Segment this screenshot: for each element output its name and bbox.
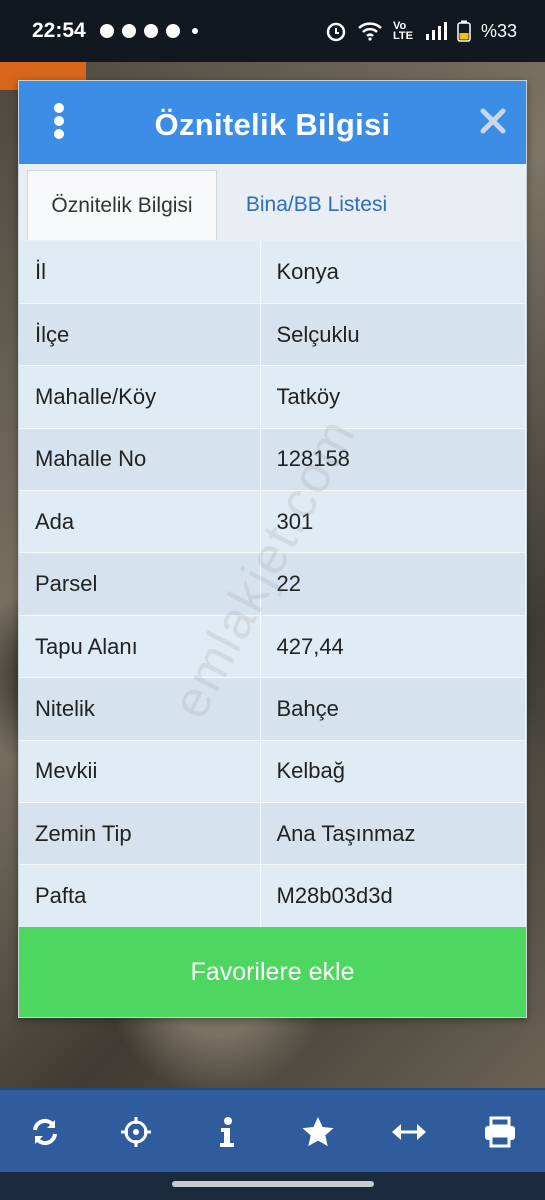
- table-row: Tapu Alanı 427,44: [19, 615, 526, 679]
- bottom-toolbar: [0, 1088, 545, 1174]
- info-button[interactable]: [207, 1112, 247, 1152]
- status-left: 22:54: [32, 19, 198, 43]
- row-value: Kelbağ: [260, 740, 526, 804]
- tab-attribute-info[interactable]: Öznitelik Bilgisi: [27, 170, 217, 240]
- attribute-table: İl Konya İlçe Selçuklu Mahalle/Köy Tatköy M…: [19, 241, 526, 928]
- row-key: Tapu Alanı: [19, 615, 261, 679]
- network-type-label: Vo LTE: [392, 20, 413, 42]
- row-value: Ana Taşınmaz: [260, 802, 526, 866]
- row-value: Bahçe: [260, 677, 526, 741]
- table-row: Mevkii Kelbağ: [19, 740, 526, 804]
- row-key: Mahalle No: [19, 428, 261, 492]
- row-value: Tatköy: [260, 365, 526, 429]
- table-row: Mahalle/Köy Tatköy: [19, 365, 526, 429]
- dialog-title: Öznitelik Bilgisi: [154, 107, 391, 142]
- row-value: Konya: [260, 241, 526, 304]
- info-icon: [220, 1117, 235, 1147]
- status-time: 22:54: [32, 19, 86, 42]
- close-icon[interactable]: [479, 107, 507, 135]
- row-key: Zemin Tip: [19, 802, 261, 866]
- more-notifications-icon: [191, 28, 198, 34]
- row-key: İlçe: [19, 303, 261, 367]
- row-key: Mahalle/Köy: [19, 365, 261, 429]
- signal-icon: [425, 22, 447, 40]
- facebook-notification-icon: [143, 24, 158, 38]
- status-bar: 22:54 Vo LTE %33: [0, 0, 545, 62]
- facebook-notification-icon-2: [165, 24, 180, 38]
- row-key: İl: [19, 241, 261, 304]
- battery-percent: %33: [480, 20, 517, 41]
- dialog-header: Öznitelik Bilgisi: [19, 81, 526, 164]
- row-value: Selçuklu: [260, 303, 526, 367]
- refresh-button[interactable]: [25, 1112, 65, 1152]
- add-to-favorites-button[interactable]: Favorilere ekle: [19, 927, 526, 1017]
- table-row: Nitelik Bahçe: [19, 677, 526, 741]
- battery-icon: [457, 20, 471, 42]
- table-row: Mahalle No 128158: [19, 428, 526, 492]
- row-value: M28b03d3d: [260, 864, 526, 928]
- table-row: Ada 301: [19, 490, 526, 554]
- message-notification-icon: [99, 24, 114, 38]
- home-gesture-pill[interactable]: [172, 1181, 374, 1187]
- row-value: 22: [260, 552, 526, 616]
- locate-button[interactable]: [116, 1112, 156, 1152]
- tab-bar: Öznitelik Bilgisi Bina/BB Listesi: [19, 164, 526, 242]
- alarm-icon: [326, 22, 346, 42]
- printer-icon: [484, 1116, 515, 1148]
- system-navigation-bar: [0, 1172, 545, 1200]
- table-row: İl Konya: [19, 241, 526, 304]
- favorites-button[interactable]: [298, 1112, 338, 1152]
- row-key: Parsel: [19, 552, 261, 616]
- horizontal-arrows-icon: [391, 1124, 426, 1140]
- row-value: 301: [260, 490, 526, 554]
- row-value: 128158: [260, 428, 526, 492]
- measure-button[interactable]: [389, 1112, 429, 1152]
- status-right: Vo LTE %33: [325, 20, 517, 42]
- tab-building-list[interactable]: Bina/BB Listesi: [219, 170, 414, 240]
- wifi-icon: [358, 22, 382, 41]
- row-key: Ada: [19, 490, 261, 554]
- attribute-info-dialog: Öznitelik Bilgisi Öznitelik Bilgisi Bina…: [18, 80, 527, 1018]
- table-row: Zemin Tip Ana Taşınmaz: [19, 802, 526, 866]
- refresh-icon: [33, 1118, 58, 1146]
- whatsapp-notification-icon: [121, 24, 136, 38]
- print-button[interactable]: [480, 1112, 520, 1152]
- row-key: Nitelik: [19, 677, 261, 741]
- table-row: İlçe Selçuklu: [19, 303, 526, 367]
- crosshair-icon: [121, 1117, 152, 1147]
- table-row: Pafta M28b03d3d: [19, 864, 526, 928]
- row-value: 427,44: [260, 615, 526, 679]
- row-key: Pafta: [19, 864, 261, 928]
- row-key: Mevkii: [19, 740, 261, 804]
- table-row: Parsel 22: [19, 552, 526, 616]
- star-icon: [302, 1117, 334, 1147]
